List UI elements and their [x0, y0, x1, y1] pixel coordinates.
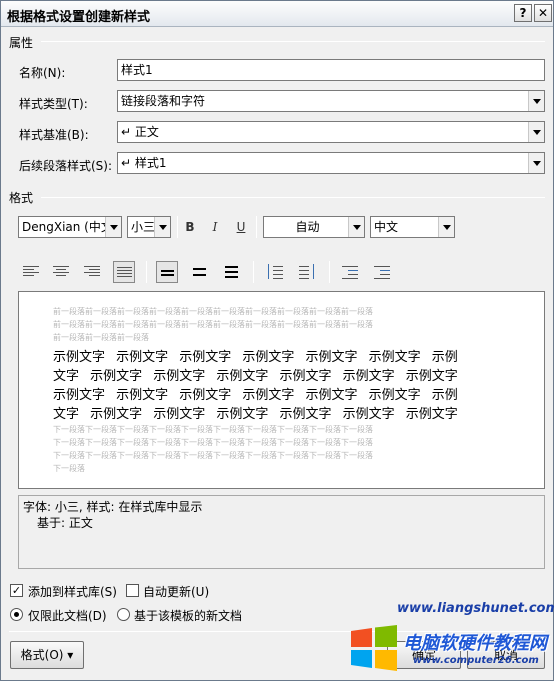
style-type-select[interactable]: 链接段落和字符 — [117, 90, 545, 112]
sample-text-line: 文字 示例文字 示例文字 示例文字 示例文字 示例文字 示例文字 — [53, 369, 458, 384]
toolbar-separator — [177, 216, 178, 238]
font-color-select[interactable]: 自动 — [263, 216, 365, 238]
sample-text-line: 示例文字 示例文字 示例文字 示例文字 示例文字 示例文字 示例 — [53, 388, 458, 403]
template-radio[interactable] — [117, 608, 130, 621]
script-select[interactable]: 中文 — [370, 216, 455, 238]
style-type-value: 链接段落和字符 — [121, 94, 206, 108]
space-before-icon[interactable] — [264, 261, 286, 283]
font-size-select[interactable]: 小三 — [127, 216, 171, 238]
previous-paragraph-line: 前一段落前一段落前一段落前一段落前一段落前一段落前一段落前一段落前一段落前一段落 — [53, 320, 373, 329]
align-center-icon[interactable] — [50, 261, 72, 283]
this-document-radio[interactable] — [10, 608, 23, 621]
single-spacing-icon[interactable] — [156, 261, 178, 283]
italic-button[interactable]: I — [204, 216, 226, 238]
style-preview: 前一段落前一段落前一段落前一段落前一段落前一段落前一段落前一段落前一段落前一段落… — [18, 291, 545, 489]
format-divider — [41, 197, 545, 198]
dialog-title: 根据格式设置创建新样式 — [7, 10, 151, 25]
decrease-indent-icon[interactable] — [339, 261, 361, 283]
font-name-select[interactable]: DengXian (中文 — [18, 216, 122, 238]
next-paragraph-line: 下一段落下一段落下一段落下一段落下一段落下一段落下一段落下一段落下一段落下一段落 — [53, 425, 373, 434]
chevron-down-icon — [528, 153, 544, 173]
space-after-icon[interactable] — [296, 261, 318, 283]
sample-text-line: 示例文字 示例文字 示例文字 示例文字 示例文字 示例文字 示例 — [53, 350, 458, 365]
properties-divider — [41, 41, 545, 42]
close-button[interactable]: ✕ — [534, 4, 552, 22]
name-label: 名称(N): — [19, 66, 66, 80]
bold-button[interactable]: B — [179, 216, 201, 238]
sample-text-line: 文字 示例文字 示例文字 示例文字 示例文字 示例文字 示例文字 — [53, 407, 458, 422]
font-size-value: 小三 — [131, 220, 156, 234]
template-label: 基于该模板的新文档 — [134, 609, 243, 623]
based-on-label: 样式基准(B): — [19, 128, 89, 142]
based-on-value: ↵ 正文 — [121, 125, 159, 139]
title-bar: 根据格式设置创建新样式 ? ✕ — [1, 1, 553, 27]
script-value: 中文 — [374, 220, 399, 234]
one-half-spacing-icon[interactable] — [189, 261, 211, 283]
next-paragraph-line: 下一段落 — [53, 464, 85, 473]
chevron-down-icon — [105, 217, 121, 237]
auto-update-checkbox[interactable] — [126, 584, 139, 597]
format-section-title: 格式 — [9, 191, 34, 205]
chevron-down-icon — [348, 217, 364, 237]
style-description: 字体: 小三, 样式: 在样式库中显示 基于: 正文 — [18, 495, 545, 569]
toolbar-separator — [329, 261, 330, 283]
auto-update-label: 自动更新(U) — [143, 585, 210, 599]
watermark-name: 电脑软硬件教程网 — [403, 633, 547, 654]
description-line: 基于: 正文 — [37, 516, 93, 530]
add-to-gallery-checkbox[interactable]: ✓ — [10, 584, 23, 597]
toolbar-separator — [256, 216, 257, 238]
help-button[interactable]: ? — [514, 4, 532, 22]
this-document-label: 仅限此文档(D) — [28, 609, 107, 623]
font-name-value: DengXian (中文 — [22, 220, 113, 234]
windows-logo-icon — [349, 625, 399, 671]
toolbar-separator — [146, 261, 147, 283]
increase-indent-icon[interactable] — [371, 261, 393, 283]
chevron-down-icon — [438, 217, 454, 237]
justify-icon[interactable] — [113, 261, 135, 283]
watermark-site: www.liangshunet.com — [397, 601, 554, 616]
next-paragraph-line: 下一段落下一段落下一段落下一段落下一段落下一段落下一段落下一段落下一段落下一段落 — [53, 438, 373, 447]
add-to-gallery-label: 添加到样式库(S) — [28, 585, 117, 599]
previous-paragraph-line: 前一段落前一段落前一段落 — [53, 333, 149, 342]
based-on-select[interactable]: ↵ 正文 — [117, 121, 545, 143]
name-input[interactable]: 样式1 — [117, 59, 545, 81]
description-line: 字体: 小三, 样式: 在样式库中显示 — [23, 500, 203, 514]
new-style-dialog: 根据格式设置创建新样式 ? ✕ 属性 名称(N): 样式1 样式类型(T): 链… — [0, 0, 554, 681]
double-spacing-icon[interactable] — [221, 261, 243, 283]
next-style-select[interactable]: ↵ 样式1 — [117, 152, 545, 174]
underline-button[interactable]: U — [230, 216, 252, 238]
next-paragraph-line: 下一段落下一段落下一段落下一段落下一段落下一段落下一段落下一段落下一段落下一段落 — [53, 451, 373, 460]
style-type-label: 样式类型(T): — [19, 97, 88, 111]
properties-section-title: 属性 — [9, 36, 34, 50]
chevron-down-icon — [528, 91, 544, 111]
toolbar-separator — [253, 261, 254, 283]
chevron-down-icon — [528, 122, 544, 142]
watermark-url: www.computer26.com — [413, 655, 539, 666]
align-right-icon[interactable] — [81, 261, 103, 283]
chevron-down-icon — [154, 217, 170, 237]
align-left-icon[interactable] — [20, 261, 42, 283]
next-style-label: 后续段落样式(S): — [19, 159, 113, 173]
next-style-value: ↵ 样式1 — [121, 156, 167, 170]
format-menu-button[interactable]: 格式(O) ▾ — [10, 641, 84, 669]
font-color-value: 自动 — [295, 220, 320, 234]
previous-paragraph-line: 前一段落前一段落前一段落前一段落前一段落前一段落前一段落前一段落前一段落前一段落 — [53, 307, 373, 316]
